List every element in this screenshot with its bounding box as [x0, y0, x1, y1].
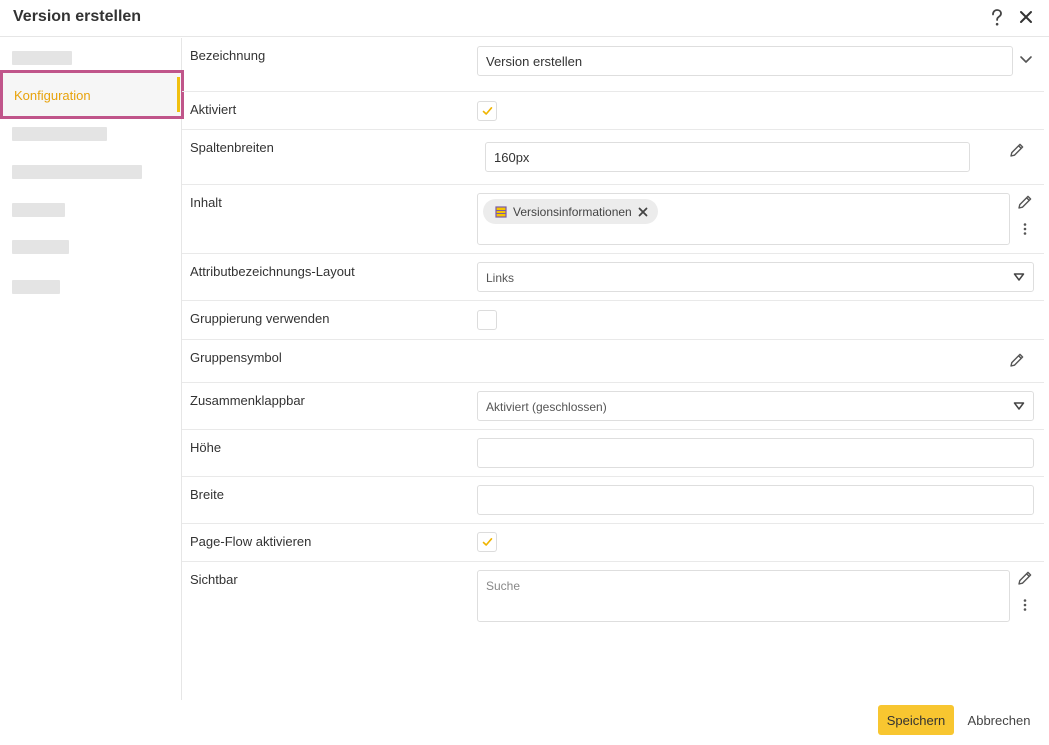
row-inhalt: Inhalt Versionsinformationen	[182, 185, 1044, 254]
kebab-menu-icon[interactable]	[1016, 220, 1034, 238]
cancel-button[interactable]: Abbrechen	[962, 705, 1036, 735]
zusammenklappbar-value: Aktiviert (geschlossen)	[486, 400, 607, 414]
row-layout: Attributbezeichnungs-Layout Links	[182, 254, 1044, 301]
field-label: Breite	[190, 487, 224, 502]
sidebar-item-placeholder[interactable]	[12, 51, 72, 65]
row-pageflow: Page-Flow aktivieren	[182, 524, 1044, 562]
row-spaltenbreiten: Spaltenbreiten 160px	[182, 130, 1044, 185]
pencil-icon[interactable]	[1016, 193, 1034, 211]
spaltenbreiten-value: 160px	[494, 150, 530, 165]
row-sichtbar: Sichtbar Suche	[182, 562, 1044, 632]
checkmark-icon	[482, 538, 493, 546]
field-label: Attributbezeichnungs-Layout	[190, 264, 355, 279]
field-label: Inhalt	[190, 195, 222, 210]
bezeichnung-value: Version erstellen	[486, 54, 583, 69]
save-button[interactable]: Speichern	[878, 705, 954, 735]
breite-input[interactable]	[477, 485, 1034, 515]
layout-select[interactable]: Links	[477, 262, 1034, 292]
pencil-icon[interactable]	[1016, 569, 1034, 587]
sidebar-item-placeholder[interactable]	[12, 203, 65, 217]
dropdown-triangle-icon	[1013, 273, 1025, 281]
field-label: Spaltenbreiten	[190, 140, 274, 155]
field-label: Page-Flow aktivieren	[190, 534, 312, 549]
field-label: Aktiviert	[190, 102, 237, 117]
field-label: Bezeichnung	[190, 48, 266, 63]
close-icon[interactable]	[1018, 9, 1034, 25]
sidebar-item-placeholder[interactable]	[12, 165, 142, 179]
field-label: Sichtbar	[190, 572, 238, 587]
sidebar-item-placeholder[interactable]	[12, 280, 60, 294]
row-zusammenklappbar: Zusammenklappbar Aktiviert (geschlossen)	[182, 383, 1044, 430]
row-gruppensymbol: Gruppensymbol	[182, 340, 1044, 383]
dialog-header: Version erstellen	[0, 0, 1049, 37]
field-label: Gruppierung verwenden	[190, 311, 330, 326]
row-bezeichnung: Bezeichnung Version erstellen	[182, 38, 1044, 92]
help-icon[interactable]	[988, 8, 1006, 28]
kebab-menu-icon[interactable]	[1016, 596, 1034, 614]
sichtbar-input[interactable]: Suche	[477, 570, 1010, 622]
zusammenklappbar-select[interactable]: Aktiviert (geschlossen)	[477, 391, 1034, 421]
pencil-icon[interactable]	[1008, 351, 1026, 369]
remove-icon[interactable]	[638, 207, 648, 217]
dialog: Version erstellen Konfiguration Bezeichn…	[0, 0, 1049, 745]
layout-value: Links	[486, 271, 515, 285]
field-label: Zusammenklappbar	[190, 393, 305, 408]
pageflow-checkbox[interactable]	[477, 532, 497, 552]
row-breite: Breite	[182, 477, 1044, 524]
gruppierung-checkbox[interactable]	[477, 310, 497, 330]
sidebar-item-placeholder[interactable]	[12, 127, 107, 141]
dialog-title: Version erstellen	[13, 8, 142, 25]
hoehe-input[interactable]	[477, 438, 1034, 468]
element-icon	[495, 205, 507, 218]
checkmark-icon	[482, 107, 493, 115]
form: Bezeichnung Version erstellen Aktiviert …	[182, 38, 1044, 632]
field-label: Gruppensymbol	[190, 350, 282, 365]
field-label: Höhe	[190, 440, 222, 455]
bezeichnung-select[interactable]: Version erstellen	[477, 46, 1013, 76]
sidebar-item-konfiguration[interactable]: Konfiguration	[0, 70, 184, 119]
sidebar-item-placeholder[interactable]	[12, 240, 69, 254]
sidebar-item-label: Konfiguration	[14, 88, 91, 103]
chip-label: Versionsinformationen	[513, 204, 632, 219]
row-hoehe: Höhe	[182, 430, 1044, 477]
chevron-down-icon[interactable]	[1018, 51, 1034, 67]
pencil-icon[interactable]	[1008, 141, 1026, 159]
aktiviert-checkbox[interactable]	[477, 101, 497, 121]
dropdown-triangle-icon	[1013, 402, 1025, 410]
active-indicator	[177, 77, 180, 112]
spaltenbreiten-input[interactable]: 160px	[485, 142, 970, 172]
row-aktiviert: Aktiviert	[182, 92, 1044, 130]
inhalt-multiselect[interactable]: Versionsinformationen	[477, 193, 1010, 245]
row-gruppierung: Gruppierung verwenden	[182, 301, 1044, 340]
sichtbar-placeholder: Suche	[486, 579, 521, 593]
chip-versionsinformationen[interactable]: Versionsinformationen	[483, 199, 658, 224]
sidebar: Konfiguration	[0, 38, 184, 700]
